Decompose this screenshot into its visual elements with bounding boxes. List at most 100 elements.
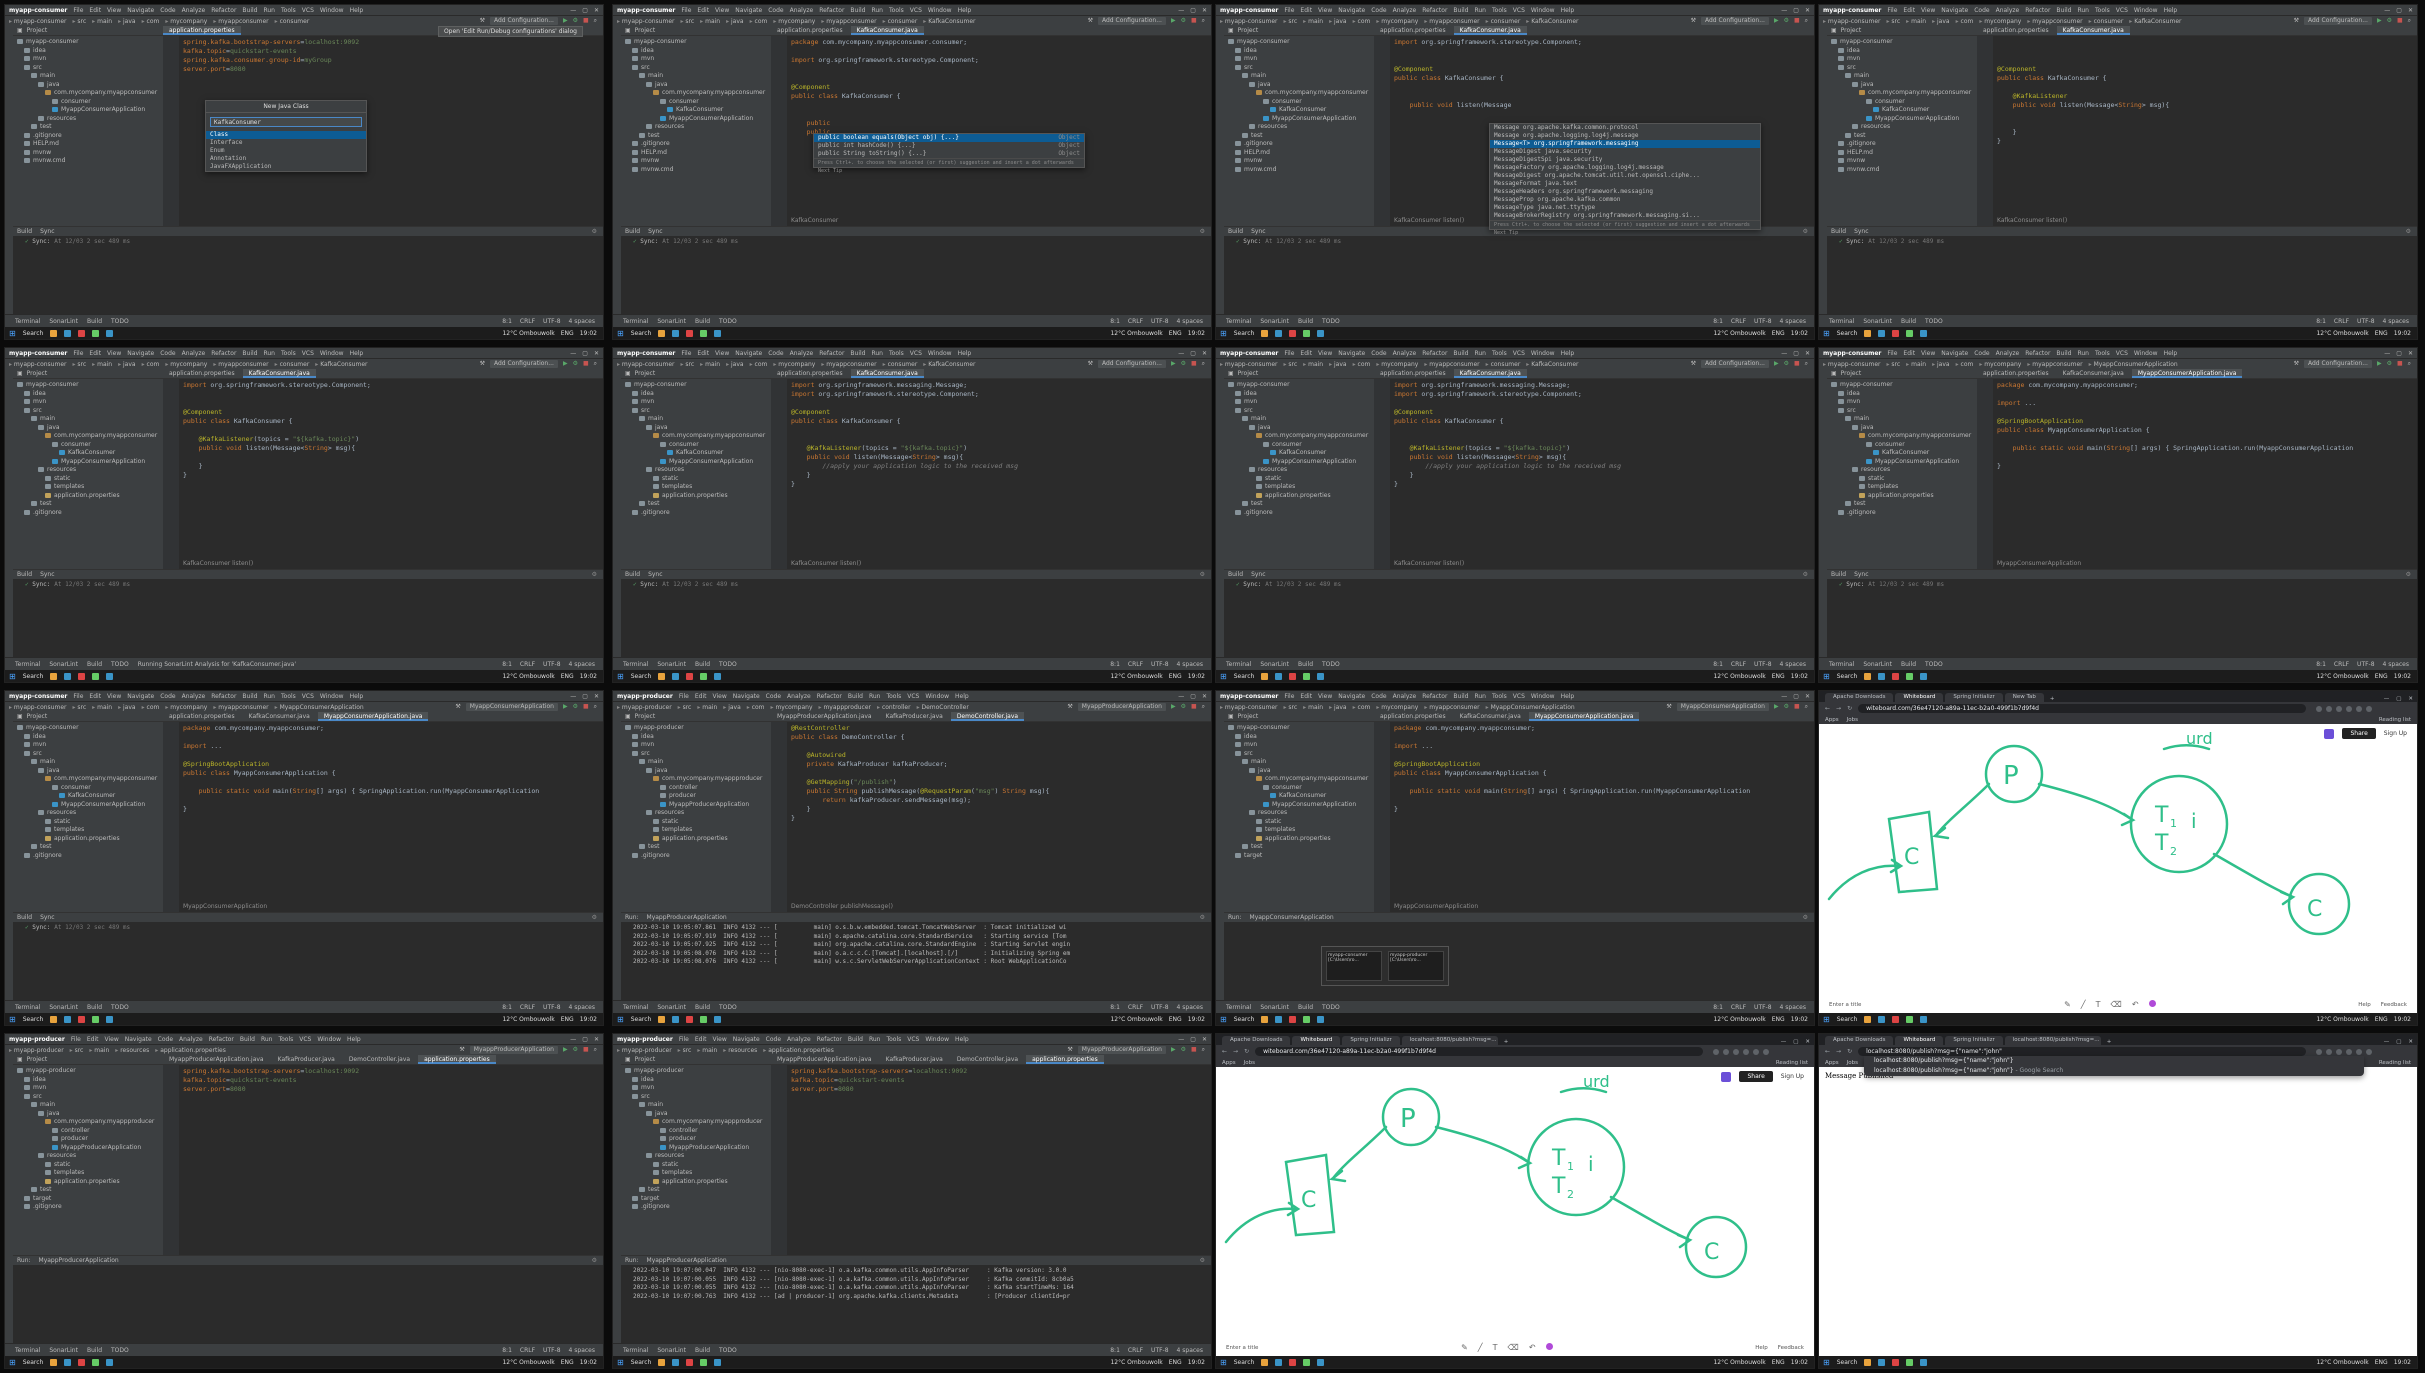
menu-analyze[interactable]: Analyze xyxy=(787,1036,811,1043)
menu-tools[interactable]: Tools xyxy=(1492,693,1507,700)
build-tab[interactable]: Build xyxy=(1831,571,1846,578)
breadcrumb-item[interactable]: KafkaConsumer xyxy=(2129,18,2181,25)
tree-item[interactable]: test xyxy=(1224,500,1374,509)
menu-view[interactable]: View xyxy=(1921,7,1935,14)
tree-item[interactable]: idea xyxy=(1827,390,1977,399)
tree-item[interactable]: myapp-consumer xyxy=(621,381,771,390)
tree-item[interactable]: test xyxy=(1224,132,1374,141)
breadcrumb-item[interactable]: MyappConsumerApplication xyxy=(1486,704,1575,711)
menu-refactor[interactable]: Refactor xyxy=(1422,7,1447,14)
whiteboard-drawing[interactable]: PCCTT12iurd xyxy=(1216,1067,1814,1357)
run-icon[interactable]: ▶ xyxy=(1171,17,1176,25)
editor-tab[interactable]: KafkaConsumer.java xyxy=(850,369,924,378)
tree-item[interactable]: templates xyxy=(1827,483,1977,492)
breadcrumb-item[interactable]: myapp-consumer xyxy=(1220,361,1278,368)
pen-icon[interactable]: ✎ xyxy=(2064,1000,2071,1009)
completion-item[interactable]: Message org.apache.kafka.common.protocol xyxy=(1490,124,1760,132)
extension-icon[interactable] xyxy=(2316,705,2323,712)
taskbar-app-icon[interactable] xyxy=(1275,1358,1283,1366)
windows-start-icon[interactable]: ⊞ xyxy=(1823,672,1830,681)
status-item[interactable]: 4 spaces xyxy=(1780,318,1806,325)
menu-navigate[interactable]: Navigate xyxy=(125,1036,152,1043)
tree-item[interactable]: mvn xyxy=(1827,55,1977,64)
tree-item[interactable]: mvn xyxy=(1224,398,1374,407)
tree-item[interactable]: myapp-consumer xyxy=(1827,381,1977,390)
text-icon[interactable]: T xyxy=(2096,1000,2101,1009)
taskbar-search[interactable]: Search xyxy=(631,330,652,337)
menu-tools[interactable]: Tools xyxy=(281,693,296,700)
status-item[interactable]: 4 spaces xyxy=(1177,1347,1203,1354)
build-hammer-icon[interactable]: ⚒ xyxy=(1691,360,1696,368)
tree-item[interactable]: test xyxy=(621,843,771,852)
taskbar-app-icon[interactable] xyxy=(78,672,86,680)
stop-icon[interactable]: ■ xyxy=(1794,17,1800,25)
build-hammer-icon[interactable]: ⚒ xyxy=(1691,17,1696,25)
windows-start-icon[interactable]: ⊞ xyxy=(617,1015,624,1024)
status-tab-sonarlint[interactable]: SonarLint xyxy=(49,1004,78,1011)
debug-icon[interactable]: ⚙ xyxy=(573,1046,578,1054)
status-tab-terminal[interactable]: Terminal xyxy=(15,318,40,325)
breadcrumb-item[interactable]: consumer xyxy=(2089,18,2124,25)
taskbar-app-icon[interactable] xyxy=(1317,1015,1325,1023)
menu-navigate[interactable]: Navigate xyxy=(127,7,154,14)
status-item[interactable]: CRLF xyxy=(1731,661,1746,668)
tree-item[interactable]: static xyxy=(621,1161,771,1170)
breadcrumb-item[interactable]: java xyxy=(723,704,741,711)
menu-build[interactable]: Build xyxy=(242,350,257,357)
menu-analyze[interactable]: Analyze xyxy=(1393,693,1417,700)
status-item[interactable]: UTF-8 xyxy=(2357,318,2375,325)
status-item[interactable]: CRLF xyxy=(2334,318,2349,325)
menu-tools[interactable]: Tools xyxy=(889,350,904,357)
search-icon[interactable]: ⌕ xyxy=(1202,1046,1205,1054)
breadcrumb-item[interactable]: myappconsumer xyxy=(1424,361,1479,368)
taskbar-app-icon[interactable] xyxy=(1289,1358,1297,1366)
menu-code[interactable]: Code xyxy=(160,7,175,14)
taskbar-app-icon[interactable] xyxy=(1864,1015,1872,1023)
status-tab-terminal[interactable]: Terminal xyxy=(1226,661,1251,668)
menu-tools[interactable]: Tools xyxy=(2095,7,2110,14)
menu-code[interactable]: Code xyxy=(1371,693,1386,700)
title-input-placeholder[interactable]: Enter a title xyxy=(1226,1345,1258,1351)
bookmark-item[interactable]: Jobs xyxy=(1244,1060,1255,1066)
tree-item[interactable]: java xyxy=(621,424,771,433)
stop-icon[interactable]: ■ xyxy=(583,17,589,25)
menu-navigate[interactable]: Navigate xyxy=(127,350,154,357)
taskbar-app-icon[interactable] xyxy=(1878,1015,1886,1023)
eraser-icon[interactable]: ⌫ xyxy=(2111,1000,2122,1009)
status-item[interactable]: CRLF xyxy=(1731,318,1746,325)
menu-window[interactable]: Window xyxy=(1531,350,1555,357)
taskbar-app-icon[interactable] xyxy=(1920,672,1928,680)
color-picker-dot[interactable] xyxy=(1545,1343,1553,1350)
menu-run[interactable]: Run xyxy=(1474,7,1486,14)
taskbar-app-icon[interactable] xyxy=(64,329,72,337)
tree-item[interactable]: mvn xyxy=(1224,741,1374,750)
status-item[interactable]: 8:1 xyxy=(502,1004,512,1011)
taskbar-app-icon[interactable] xyxy=(1289,672,1297,680)
menu-vcs[interactable]: VCS xyxy=(302,350,314,357)
extension-icon[interactable] xyxy=(1733,1048,1740,1055)
text-icon[interactable]: T xyxy=(1493,1343,1498,1352)
extension-icon[interactable] xyxy=(2356,1048,2363,1055)
menu-analyze[interactable]: Analyze xyxy=(1996,7,2020,14)
breadcrumb-item[interactable]: myapp-consumer xyxy=(1220,18,1278,25)
menu-window[interactable]: Window xyxy=(928,350,952,357)
menu-vcs[interactable]: VCS xyxy=(2116,7,2128,14)
taskbar-app-icon[interactable] xyxy=(1261,1358,1269,1366)
pen-icon[interactable]: ✎ xyxy=(1461,1343,1468,1352)
editor-tab[interactable]: MyappProducerApplication.java xyxy=(771,712,878,721)
tree-item[interactable]: com.mycompany.myappproducer xyxy=(621,775,771,784)
tree-item[interactable]: application.properties xyxy=(621,1178,771,1187)
status-item[interactable]: UTF-8 xyxy=(1754,318,1772,325)
status-item[interactable]: 4 spaces xyxy=(1177,1004,1203,1011)
menu-refactor[interactable]: Refactor xyxy=(2025,350,2050,357)
taskbar-app-icon[interactable] xyxy=(106,1015,114,1023)
menu-analyze[interactable]: Analyze xyxy=(790,7,814,14)
stop-icon[interactable]: ■ xyxy=(2397,17,2403,25)
editor-tab[interactable]: KafkaConsumer.java xyxy=(2056,26,2130,35)
settings-gear-icon[interactable]: ⚙ xyxy=(2406,228,2417,235)
tree-item[interactable]: MyappConsumerApplication xyxy=(1224,458,1374,467)
maximize-icon[interactable]: ▢ xyxy=(1793,350,1799,357)
omnibox-suggestion[interactable]: localhost:8080/publish?msg={"name":"john… xyxy=(1864,1056,2364,1066)
status-tab-terminal[interactable]: Terminal xyxy=(623,1347,648,1354)
tree-item[interactable]: mvnw.cmd xyxy=(621,166,771,175)
